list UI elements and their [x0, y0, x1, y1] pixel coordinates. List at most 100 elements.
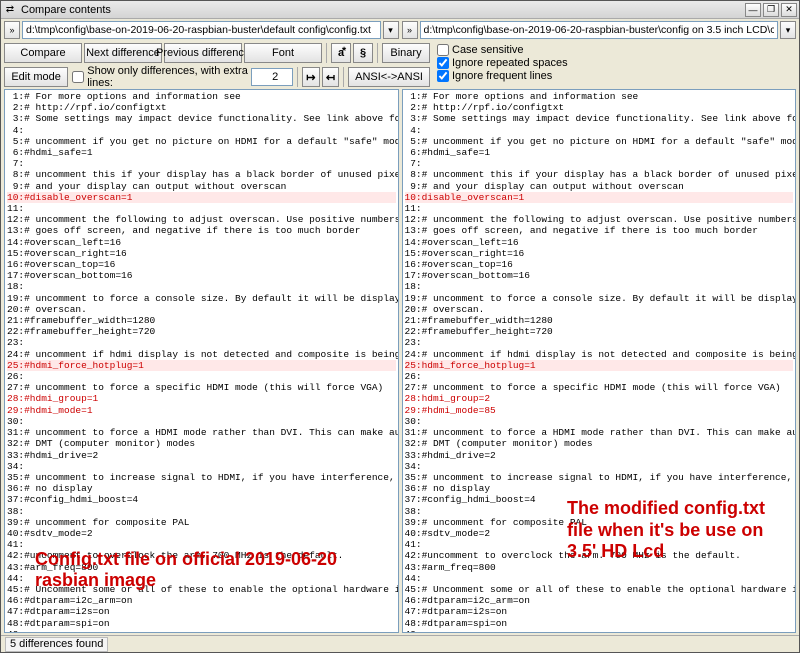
code-line[interactable]: 8:# uncomment this if your display has a… — [405, 169, 794, 180]
code-line[interactable]: 16:#overscan_top=16 — [405, 259, 794, 270]
code-line[interactable]: 27:# uncomment to force a specific HDMI … — [7, 382, 396, 393]
code-line[interactable]: 48:#dtparam=spi=on — [405, 618, 794, 629]
code-line[interactable]: 36:# no display — [7, 483, 396, 494]
showonly-check[interactable]: Show only differences, with extra lines: — [72, 71, 249, 84]
code-line[interactable]: 4: — [405, 125, 794, 136]
code-line[interactable]: 1:# For more options and information see — [7, 91, 396, 102]
code-line[interactable]: 22:#framebuffer_height=720 — [7, 326, 396, 337]
code-line[interactable]: 6:#hdmi_safe=1 — [405, 147, 794, 158]
code-line[interactable]: 17:#overscan_bottom=16 — [405, 270, 794, 281]
code-line[interactable]: 6:#hdmi_safe=1 — [7, 147, 396, 158]
ignore-frequent-check[interactable]: Ignore frequent lines — [437, 69, 799, 82]
code-line[interactable]: 34: — [405, 461, 794, 472]
code-line[interactable]: 49: — [7, 629, 396, 633]
code-line[interactable]: 44: — [405, 573, 794, 584]
code-line[interactable]: 29:#hdmi_mode=85 — [405, 405, 794, 416]
code-line[interactable]: 23: — [7, 337, 396, 348]
code-line[interactable]: 24:# uncomment if hdmi display is not de… — [7, 349, 396, 360]
left-dropdown-button[interactable]: ▾ — [383, 21, 399, 39]
font-button[interactable]: Font — [244, 43, 322, 63]
code-line[interactable]: 19:# uncomment to force a console size. … — [7, 293, 396, 304]
code-line[interactable]: 48:#dtparam=spi=on — [7, 618, 396, 629]
code-line[interactable]: 13:# goes off screen, and negative if th… — [405, 225, 794, 236]
browse-button[interactable]: » — [4, 21, 20, 39]
code-line[interactable]: 9:# and your display can output without … — [7, 181, 396, 192]
browse-button[interactable]: » — [402, 21, 418, 39]
code-line[interactable]: 46:#dtparam=i2c_arm=on — [405, 595, 794, 606]
code-line[interactable]: 40:#sdtv_mode=2 — [7, 528, 396, 539]
char-detail-icon[interactable]: a⃰ — [331, 43, 351, 63]
code-line[interactable]: 11: — [7, 203, 396, 214]
code-line[interactable]: 1:# For more options and information see — [405, 91, 794, 102]
code-line[interactable]: 5:# uncomment if you get no picture on H… — [405, 136, 794, 147]
code-line[interactable]: 12:# uncomment the following to adjust o… — [7, 214, 396, 225]
code-line[interactable]: 14:#overscan_left=16 — [405, 237, 794, 248]
code-line[interactable]: 32:# DMT (computer monitor) modes — [405, 438, 794, 449]
code-line[interactable]: 18: — [7, 281, 396, 292]
code-line[interactable]: 37:#config_hdmi_boost=4 — [7, 494, 396, 505]
code-line[interactable]: 47:#dtparam=i2s=on — [7, 606, 396, 617]
code-line[interactable]: 20:# overscan. — [7, 304, 396, 315]
right-pane[interactable]: 1:# For more options and information see… — [402, 89, 797, 633]
code-line[interactable]: 21:#framebuffer_width=1280 — [7, 315, 396, 326]
code-line[interactable]: 22:#framebuffer_height=720 — [405, 326, 794, 337]
code-line[interactable]: 2:# http://rpf.io/configtxt — [7, 102, 396, 113]
binary-button[interactable]: Binary — [382, 43, 430, 63]
copy-left-icon[interactable]: ↤ — [322, 67, 340, 87]
code-line[interactable]: 3:# Some settings may impact device func… — [405, 113, 794, 124]
code-line[interactable]: 26: — [405, 371, 794, 382]
code-line[interactable]: 24:# uncomment if hdmi display is not de… — [405, 349, 794, 360]
code-line[interactable]: 30: — [405, 416, 794, 427]
code-line[interactable]: 16:#overscan_top=16 — [7, 259, 396, 270]
code-line[interactable]: 33:#hdmi_drive=2 — [7, 450, 396, 461]
code-line[interactable]: 15:#overscan_right=16 — [405, 248, 794, 259]
code-line[interactable]: 38: — [7, 506, 396, 517]
prev-diff-button[interactable]: Previous difference — [164, 43, 242, 63]
code-line[interactable]: 25:#hdmi_force_hotplug=1 — [7, 360, 396, 371]
code-line[interactable]: 33:#hdmi_drive=2 — [405, 450, 794, 461]
code-line[interactable]: 39:# uncomment for composite PAL — [7, 517, 396, 528]
code-line[interactable]: 31:# uncomment to force a HDMI mode rath… — [7, 427, 396, 438]
next-diff-button[interactable]: Next difference — [84, 43, 162, 63]
copy-right-icon[interactable]: ↦ — [302, 67, 320, 87]
maximize-button[interactable]: ❐ — [763, 3, 779, 17]
code-line[interactable]: 7: — [405, 158, 794, 169]
editmode-button[interactable]: Edit mode — [4, 67, 68, 87]
code-line[interactable]: 10:disable_overscan=1 — [405, 192, 794, 203]
right-path-input[interactable] — [420, 21, 779, 39]
code-line[interactable]: 8:# uncomment this if your display has a… — [7, 169, 396, 180]
code-line[interactable]: 45:# Uncomment some or all of these to e… — [405, 584, 794, 595]
minimize-button[interactable]: — — [745, 3, 761, 17]
code-line[interactable]: 20:# overscan. — [405, 304, 794, 315]
compare-button[interactable]: Compare — [4, 43, 82, 63]
code-line[interactable]: 19:# uncomment to force a console size. … — [405, 293, 794, 304]
code-line[interactable]: 49: — [405, 629, 794, 633]
code-line[interactable]: 9:# and your display can output without … — [405, 181, 794, 192]
ignore-spaces-check[interactable]: Ignore repeated spaces — [437, 56, 799, 69]
code-line[interactable]: 46:#dtparam=i2c_arm=on — [7, 595, 396, 606]
code-line[interactable]: 35:# uncomment to increase signal to HDM… — [405, 472, 794, 483]
code-line[interactable]: 26: — [7, 371, 396, 382]
code-line[interactable]: 35:# uncomment to increase signal to HDM… — [7, 472, 396, 483]
code-line[interactable]: 10:#disable_overscan=1 — [7, 192, 396, 203]
code-line[interactable]: 47:#dtparam=i2s=on — [405, 606, 794, 617]
right-dropdown-button[interactable]: ▾ — [780, 21, 796, 39]
code-line[interactable]: 29:#hdmi_mode=1 — [7, 405, 396, 416]
code-line[interactable]: 3:# Some settings may impact device func… — [7, 113, 396, 124]
code-line[interactable]: 36:# no display — [405, 483, 794, 494]
code-line[interactable]: 4: — [7, 125, 396, 136]
code-line[interactable]: 32:# DMT (computer monitor) modes — [7, 438, 396, 449]
code-line[interactable]: 12:# uncomment the following to adjust o… — [405, 214, 794, 225]
extra-lines-input[interactable] — [251, 68, 293, 86]
code-line[interactable]: 28:#hdmi_group=1 — [7, 393, 396, 404]
code-line[interactable]: 34: — [7, 461, 396, 472]
code-line[interactable]: 7: — [7, 158, 396, 169]
code-line[interactable]: 13:# goes off screen, and negative if th… — [7, 225, 396, 236]
close-button[interactable]: ✕ — [781, 3, 797, 17]
left-path-input[interactable] — [22, 21, 381, 39]
code-line[interactable]: 28:hdmi_group=2 — [405, 393, 794, 404]
code-line[interactable]: 15:#overscan_right=16 — [7, 248, 396, 259]
sync-scroll-icon[interactable]: § — [353, 43, 373, 63]
code-line[interactable]: 31:# uncomment to force a HDMI mode rath… — [405, 427, 794, 438]
code-line[interactable]: 2:# http://rpf.io/configtxt — [405, 102, 794, 113]
